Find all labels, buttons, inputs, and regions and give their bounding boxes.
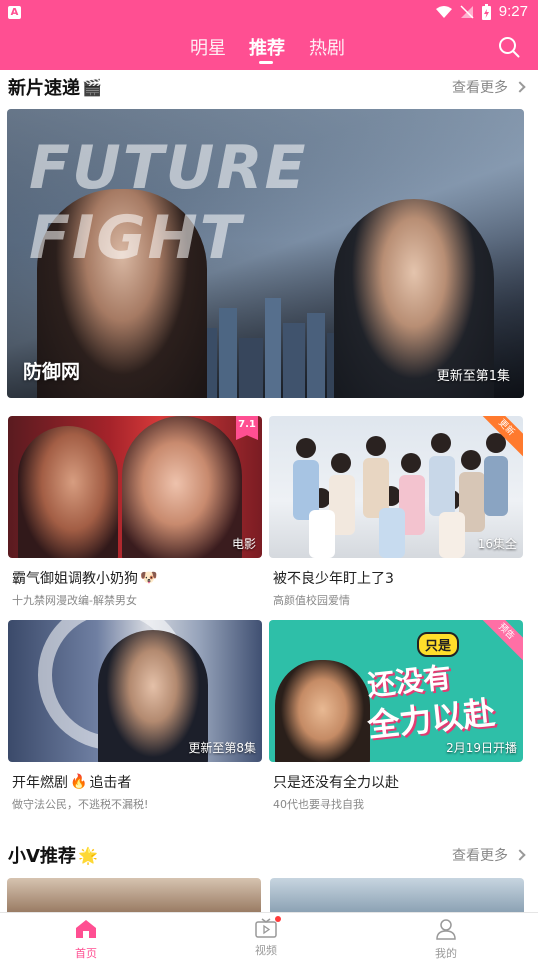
dog-icon: 🐶	[140, 570, 158, 586]
card-title-text: 霸气御姐调教小奶狗	[12, 571, 138, 587]
thumb-figure	[275, 660, 370, 762]
sparkle-icon: 🌟	[77, 845, 98, 865]
card-subtitle: 做守法公民，不逃税不漏税!	[12, 798, 149, 811]
card-title: 被不良少年盯上了3	[269, 568, 523, 588]
more-label: 查看更多	[452, 80, 508, 96]
bottom-nav: 首页 视频 我的	[0, 912, 538, 959]
card-subtitle: 40代也要寻找自我	[273, 798, 364, 811]
fire-icon: 🔥	[70, 774, 88, 790]
top-bar: A 9:27 明星 推荐 热剧	[0, 0, 538, 70]
tab-recommend[interactable]: 推荐	[249, 34, 285, 60]
section-new-releases: 新片速递 🎬 查看更多	[0, 72, 538, 102]
card-thumbnail: 7.1 电影	[8, 416, 262, 558]
card-tag: 更新至第8集	[188, 741, 256, 755]
card-thumbnail: 更新 16集全	[269, 416, 523, 558]
clock: 9:27	[498, 3, 528, 20]
video-card[interactable]: 只是 还没有 全力以赴 预告 2月19日开播 只是还没有全力以赴 40代也要寻找…	[269, 620, 523, 812]
tv-icon	[254, 916, 281, 941]
card-title-text: 被不良少年盯上了3	[273, 571, 394, 587]
section-title-text: 新片速递	[8, 78, 80, 99]
card-title: 只是还没有全力以赴	[269, 772, 523, 792]
preview-corner-badge: 预告	[475, 620, 523, 663]
home-icon	[76, 920, 96, 938]
card-title-suffix: 追击者	[89, 775, 132, 791]
more-link[interactable]: 查看更多	[452, 845, 526, 865]
video-card-preview[interactable]	[270, 878, 524, 912]
card-title: 霸气御姐调教小奶狗 🐶	[8, 568, 262, 588]
section-title: 小V推荐 🌟	[8, 842, 98, 868]
video-card[interactable]: 更新 16集全 被不良少年盯上了3 高颜值校园爱情	[269, 416, 523, 608]
status-icons: 9:27	[435, 3, 528, 20]
rating-badge: 7.1	[236, 416, 258, 440]
nav-label: 首页	[75, 947, 97, 959]
hero-title: 防御网	[23, 361, 81, 383]
card-subtitle: 高颜值校园爱情	[273, 594, 350, 607]
card-thumbnail: 更新至第8集	[8, 620, 262, 762]
section-title-text: 小V推荐	[8, 846, 76, 867]
status-bar: A 9:27	[0, 0, 538, 26]
nav-profile[interactable]: 我的	[416, 917, 476, 959]
nav-label: 我的	[435, 947, 457, 959]
poster-bubble: 只是	[417, 632, 460, 657]
card-title-text: 只是还没有全力以赴	[273, 775, 399, 791]
city-skyline	[197, 298, 357, 398]
tab-stars[interactable]: 明星	[190, 34, 226, 60]
video-card[interactable]: 更新至第8集 开年燃剧 🔥 追击者 做守法公民，不逃税不漏税!	[8, 620, 262, 812]
chevron-right-icon	[514, 849, 526, 861]
hero-episode-badge: 更新至第1集	[436, 369, 510, 384]
top-tabs: 明星 推荐 热剧	[0, 30, 538, 70]
more-link[interactable]: 查看更多	[452, 77, 526, 97]
search-icon[interactable]	[498, 36, 520, 58]
thumb-figure	[18, 426, 118, 558]
nav-video[interactable]: 视频	[236, 916, 296, 958]
hero-banner[interactable]: FUTURE FIGHT 防御网 更新至第1集	[7, 109, 524, 398]
thumb-figure	[122, 416, 242, 558]
card-title-text: 开年燃剧	[12, 775, 68, 791]
chevron-right-icon	[514, 81, 526, 93]
card-subtitle: 十九禁网漫改编-解禁男女	[12, 594, 137, 607]
user-icon	[436, 919, 456, 940]
section-title: 新片速递 🎬	[8, 74, 102, 100]
section-v-recommend: 小V推荐 🌟 查看更多	[0, 840, 538, 870]
video-card[interactable]: 7.1 电影 霸气御姐调教小奶狗 🐶 十九禁网漫改编-解禁男女	[8, 416, 262, 608]
notification-dot	[275, 916, 281, 922]
more-label: 查看更多	[452, 848, 508, 864]
tab-hot-drama[interactable]: 热剧	[309, 34, 345, 60]
hero-logo-text: FUTURE FIGHT	[29, 133, 308, 273]
tab-indicator	[259, 61, 273, 64]
video-card-preview[interactable]	[7, 878, 261, 912]
battery-icon	[481, 3, 491, 20]
thumb-group-photo	[293, 433, 508, 558]
clapperboard-icon: 🎬	[82, 77, 102, 97]
card-title: 开年燃剧 🔥 追击者	[8, 772, 262, 792]
app-badge-icon: A	[8, 6, 21, 19]
nav-label: 视频	[255, 944, 277, 957]
no-signal-icon	[460, 4, 474, 19]
card-tag: 电影	[231, 537, 256, 551]
nav-home[interactable]: 首页	[56, 917, 116, 959]
card-tag: 16集全	[477, 537, 517, 551]
wifi-icon	[435, 5, 452, 18]
card-thumbnail: 只是 还没有 全力以赴 预告 2月19日开播	[269, 620, 523, 762]
card-tag: 2月19日开播	[446, 741, 517, 755]
